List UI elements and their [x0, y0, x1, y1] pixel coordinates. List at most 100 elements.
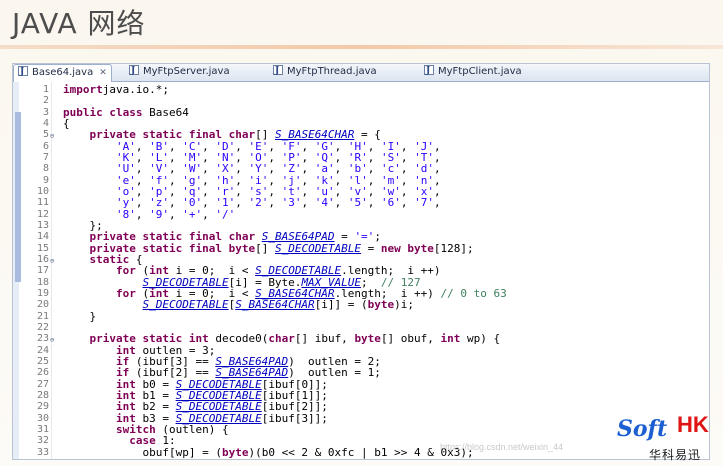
line-number: 31	[36, 423, 49, 435]
code-token: '6'	[380, 196, 401, 210]
title-underline	[0, 45, 723, 49]
code-token: ,	[168, 207, 183, 221]
code-token: Base64	[142, 105, 189, 119]
code-token: char	[268, 332, 295, 346]
line-number: 8	[42, 163, 49, 175]
tab-base64[interactable]: J Base64.java ✕	[13, 64, 112, 82]
editor-tab-bar: J Base64.java ✕ J MyFtpServer.java J MyFtpTh…	[13, 64, 709, 82]
line-number: 24	[36, 344, 49, 356]
code-token: }	[63, 309, 97, 323]
line-number: 5	[42, 129, 49, 141]
code-token: ,	[367, 196, 381, 210]
line-number: 32	[36, 435, 49, 447]
code-token: obuf[wp] = (	[63, 445, 222, 459]
line-number: 29	[36, 401, 49, 413]
code-text: obuf[wp] = (byte)(b0 << 2 & 0xfc | b1 >>…	[63, 445, 473, 459]
line-number: 12	[36, 208, 49, 220]
code-token: byte	[367, 298, 395, 312]
code-area[interactable]: 1 importjava.io.*; 2 3 public class Base64 4{…	[13, 84, 709, 459]
code-line[interactable]: 12 '8', '9', '+', '/'	[13, 207, 709, 221]
tab-myftpthread[interactable]: J MyFtpThread.java	[273, 64, 377, 80]
java-file-icon: J	[18, 66, 28, 77]
line-number: 3	[42, 106, 49, 118]
line-number: 18	[36, 276, 49, 288]
line-number: 26	[36, 367, 49, 379]
line-number: 6	[42, 140, 49, 152]
line-number: 20	[36, 299, 49, 311]
line-number: 27	[36, 378, 49, 390]
logo-chinese-text: 华科易迅	[649, 448, 702, 462]
code-token: ,	[334, 196, 348, 210]
code-line[interactable]: 21 }	[13, 309, 709, 323]
line-number: 30	[36, 412, 49, 424]
code-token: java.io.*;	[102, 83, 169, 96]
code-token: )i;	[394, 298, 415, 312]
code-token: byte	[221, 445, 249, 459]
code-token: '2'	[248, 196, 269, 210]
code-token: '5'	[347, 196, 368, 210]
code-line[interactable]: 33 obuf[wp] = (byte)(b0 << 2 & 0xfc | b1…	[13, 445, 709, 459]
line-number: 14	[36, 231, 49, 243]
code-token: ,	[235, 196, 249, 210]
slide-title: JAVA 网络	[12, 7, 146, 40]
line-number: 9	[42, 174, 49, 186]
code-token: int	[440, 332, 461, 346]
code-token: '4'	[314, 196, 335, 210]
line-number: 28	[36, 389, 49, 401]
line-number: 33	[36, 446, 49, 458]
line-number: 10	[36, 185, 49, 197]
code-token: [128];	[433, 241, 474, 255]
java-file-icon: J	[424, 65, 434, 76]
line-number: 7	[42, 151, 49, 163]
code-text: }	[63, 309, 97, 323]
line-number: 19	[36, 287, 49, 299]
tab-myftpclient[interactable]: J MyFtpClient.java	[424, 64, 522, 80]
code-token: '9'	[149, 207, 169, 221]
line-number: 16	[36, 253, 49, 265]
code-token: ,	[268, 196, 282, 210]
watermark: https://blog.csdn.net/weixin_44	[440, 442, 564, 452]
tab-label: MyFtpServer.java	[143, 66, 230, 77]
code-text: S_DECODETABLE[S_BASE64CHAR[i]] = (byte)i…	[63, 299, 414, 310]
line-number: 1	[42, 84, 49, 95]
code-token: decode0(	[208, 332, 269, 346]
code-line[interactable]: 20 S_DECODETABLE[S_BASE64CHAR[i]] = (byt…	[13, 299, 709, 310]
line-number: 21	[36, 310, 49, 322]
tab-myftpserver[interactable]: J MyFtpServer.java	[129, 64, 230, 80]
line-number: 25	[36, 355, 49, 367]
code-token: []	[255, 241, 275, 255]
code-token: wp) {	[460, 332, 501, 346]
code-token: ,	[301, 196, 315, 210]
code-token: ,	[400, 196, 415, 210]
code-token: public class	[63, 105, 143, 119]
code-token: [] obuf,	[380, 332, 441, 346]
line-number: 23	[36, 333, 49, 345]
code-token: ,	[135, 207, 150, 221]
line-number: 17	[36, 265, 49, 277]
code-token: =	[361, 241, 381, 255]
line-number: 13	[36, 219, 49, 231]
line-number: 22	[36, 321, 49, 333]
code-line[interactable]: 3 public class Base64	[13, 105, 709, 119]
line-number: 2	[42, 95, 49, 107]
tab-label: Base64.java	[32, 67, 94, 78]
java-file-icon: J	[273, 65, 283, 76]
code-token: ,	[433, 196, 441, 210]
code-token: import	[63, 83, 103, 96]
code-token: [ibuf[3]];	[261, 411, 328, 425]
java-file-icon: J	[129, 65, 139, 76]
code-text: public class Base64	[63, 105, 189, 119]
close-icon[interactable]: ✕	[99, 65, 107, 81]
code-editor: J Base64.java ✕ J MyFtpServer.java J MyFtpTh…	[12, 63, 710, 460]
code-token: S_BASE64CHAR	[235, 298, 315, 312]
softhk-logo: Soft HK 华科易迅	[613, 412, 723, 466]
code-token: [] ibuf,	[294, 332, 355, 346]
code-token: '8'	[115, 207, 136, 221]
line-number: 4	[42, 117, 49, 129]
tab-label: MyFtpThread.java	[287, 66, 377, 77]
code-token: '+'	[182, 207, 203, 221]
line-number: 15	[36, 242, 49, 254]
code-line[interactable]: 1 importjava.io.*;	[13, 84, 709, 95]
code-token: new byte	[380, 241, 434, 255]
code-token: // 0 to 63	[440, 286, 507, 300]
